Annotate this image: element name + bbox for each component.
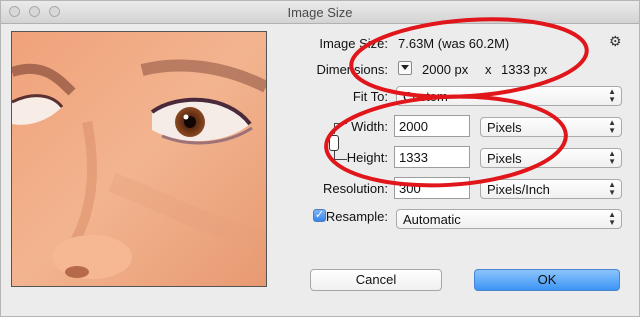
dimensions-width: 2000 px xyxy=(422,62,469,77)
image-preview[interactable] xyxy=(11,31,267,287)
width-unit-value: Pixels xyxy=(487,120,522,135)
resolution-unit-select[interactable]: Pixels/Inch ▲ ▼ xyxy=(480,179,622,199)
ok-button[interactable]: OK xyxy=(474,269,620,291)
window-title: Image Size xyxy=(287,5,353,20)
dimensions-height: 1333 px xyxy=(501,62,548,77)
fit-to-value: Custom xyxy=(403,89,448,104)
chain-link-icon[interactable] xyxy=(329,135,339,151)
resolution-input[interactable]: 300 xyxy=(394,177,470,199)
width-unit-select[interactable]: Pixels ▲ ▼ xyxy=(480,117,622,137)
height-input[interactable]: 1333 xyxy=(394,146,470,168)
gear-icon[interactable]: ⚙ xyxy=(609,33,622,50)
resample-select[interactable]: Automatic ▲ ▼ xyxy=(396,209,622,229)
updown-arrows-icon: ▲ ▼ xyxy=(608,180,616,197)
fit-to-select[interactable]: Custom ▲ ▼ xyxy=(396,86,622,106)
cancel-button[interactable]: Cancel xyxy=(310,269,442,291)
width-label: Width: xyxy=(351,119,388,134)
dimensions-label: Dimensions: xyxy=(316,62,388,77)
face-preview-image xyxy=(12,32,266,286)
fit-to-label: Fit To: xyxy=(352,89,388,104)
updown-arrows-icon: ▲ ▼ xyxy=(608,210,616,227)
updown-arrows-icon: ▲ ▼ xyxy=(608,87,616,104)
updown-arrows-icon: ▲ ▼ xyxy=(608,149,616,166)
resample-label: Resample: xyxy=(325,209,388,224)
resolution-label: Resolution: xyxy=(322,181,388,196)
title-bar: Image Size xyxy=(1,1,639,24)
image-size-value: 7.63M (was 60.2M) xyxy=(398,36,510,51)
image-size-label: Image Size: xyxy=(319,36,388,51)
height-unit-select[interactable]: Pixels ▲ ▼ xyxy=(480,148,622,168)
updown-arrows-icon: ▲ ▼ xyxy=(608,118,616,135)
dimensions-menu-button[interactable] xyxy=(398,61,412,75)
image-size-dialog: Image Size Image Size: 7.63M (was 60.2M)… xyxy=(0,0,640,317)
triangle-down-icon xyxy=(401,65,409,70)
dimensions-times: x xyxy=(485,62,492,77)
height-unit-value: Pixels xyxy=(487,151,522,166)
resample-value: Automatic xyxy=(403,212,461,227)
resolution-unit-value: Pixels/Inch xyxy=(487,182,550,197)
width-input[interactable]: 2000 xyxy=(394,115,470,137)
height-label: Height: xyxy=(346,150,388,165)
